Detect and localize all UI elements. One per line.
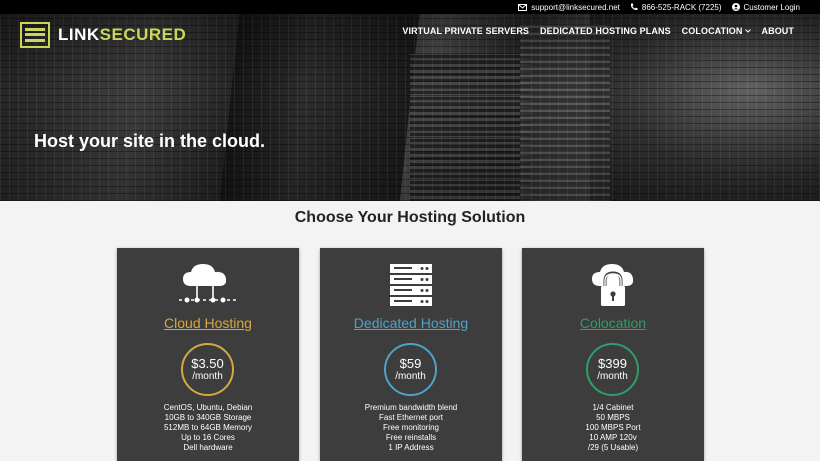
hero-banner: LINKSECURED VIRTUAL PRIVATE SERVERS DEDI…	[0, 14, 820, 201]
feature-item: 50 MBPS	[596, 413, 630, 422]
chevron-down-icon	[744, 29, 751, 33]
plan-name-colocation[interactable]: Colocation	[522, 315, 704, 331]
feature-item: 100 MBPS Port	[585, 423, 641, 432]
plan-period: /month	[192, 370, 223, 382]
plan-card-colocation: Colocation $399 /month 1/4 Cabinet 50 MB…	[522, 248, 704, 461]
customer-login-label: Customer Login	[743, 2, 800, 12]
cloud-network-icon[interactable]	[117, 262, 299, 308]
nav-colocation-label: COLOCATION	[681, 26, 743, 36]
feature-item: /29 (5 Usable)	[587, 443, 639, 452]
plan-period: /month	[597, 370, 628, 382]
plan-price: $399	[598, 355, 627, 371]
nav-about[interactable]: ABOUT	[762, 26, 795, 36]
feature-item: CentOS, Ubuntu, Debian	[163, 403, 253, 412]
plan-card-cloud: Cloud Hosting $3.50 /month CentOS, Ubunt…	[117, 248, 299, 461]
plan-name-dedicated[interactable]: Dedicated Hosting	[320, 315, 502, 331]
user-circle-icon	[731, 3, 740, 11]
nav-colocation[interactable]: COLOCATION	[682, 26, 751, 36]
cloud-lock-icon[interactable]	[522, 262, 704, 308]
feature-item: 1/4 Cabinet	[592, 403, 634, 412]
main-nav: VIRTUAL PRIVATE SERVERS DEDICATED HOSTIN…	[402, 26, 794, 36]
hero-title: Host your site in the cloud.	[34, 131, 266, 151]
feature-list-colocation: 1/4 Cabinet 50 MBPS 100 MBPS Port 10 AMP…	[522, 403, 704, 453]
feature-item: Fast Ethernet port	[378, 413, 444, 422]
plan-period: /month	[395, 370, 426, 382]
feature-item: 10GB to 340GB Storage	[164, 413, 252, 422]
plan-price: $59	[399, 355, 422, 371]
support-email-link[interactable]: support@linksecured.net	[518, 3, 620, 12]
server-logo-icon	[20, 22, 50, 48]
phone-number: 866-525-RACK (7225)	[641, 2, 722, 12]
feature-item: Up to 16 Cores	[181, 433, 235, 442]
feature-item: Free reinstalls	[385, 433, 437, 442]
feature-item: Dell hardware	[183, 443, 233, 452]
price-badge-dedicated: $59 /month	[384, 343, 437, 396]
brand-name: LINKSECURED	[58, 25, 187, 44]
envelope-icon	[518, 3, 528, 11]
nav-dedicated-hosting[interactable]: DEDICATED HOSTING PLANS	[540, 26, 671, 36]
plan-card-dedicated: Dedicated Hosting $59 /month Premium ban…	[320, 248, 502, 461]
feature-list-dedicated: Premium bandwidth blend Fast Ethernet po…	[320, 403, 502, 453]
phone-icon	[630, 3, 638, 11]
customer-login-link[interactable]: Customer Login	[731, 2, 800, 12]
phone-link[interactable]: 866-525-RACK (7225)	[630, 3, 722, 12]
price-badge-colocation: $399 /month	[586, 343, 639, 396]
plan-name-cloud[interactable]: Cloud Hosting	[117, 315, 299, 331]
feature-item: Premium bandwidth blend	[364, 403, 458, 412]
feature-item: 512MB to 64GB Memory	[163, 423, 253, 432]
feature-item: 10 AMP 120v	[589, 433, 637, 442]
top-bar: support@linksecured.net 866-525-RACK (72…	[0, 0, 820, 14]
support-email: support@linksecured.net	[531, 2, 620, 12]
brand-logo[interactable]: LINKSECURED	[20, 22, 186, 48]
feature-item: Free monitoring	[382, 423, 440, 432]
server-rack-icon[interactable]	[320, 262, 502, 308]
section-title: Choose Your Hosting Solution	[294, 209, 526, 226]
feature-item: 1 IP Address	[388, 443, 434, 452]
feature-list-cloud: CentOS, Ubuntu, Debian 10GB to 340GB Sto…	[117, 403, 299, 453]
plan-price: $3.50	[191, 355, 224, 371]
nav-vps[interactable]: VIRTUAL PRIVATE SERVERS	[402, 26, 529, 36]
price-badge-cloud: $3.50 /month	[181, 343, 234, 396]
